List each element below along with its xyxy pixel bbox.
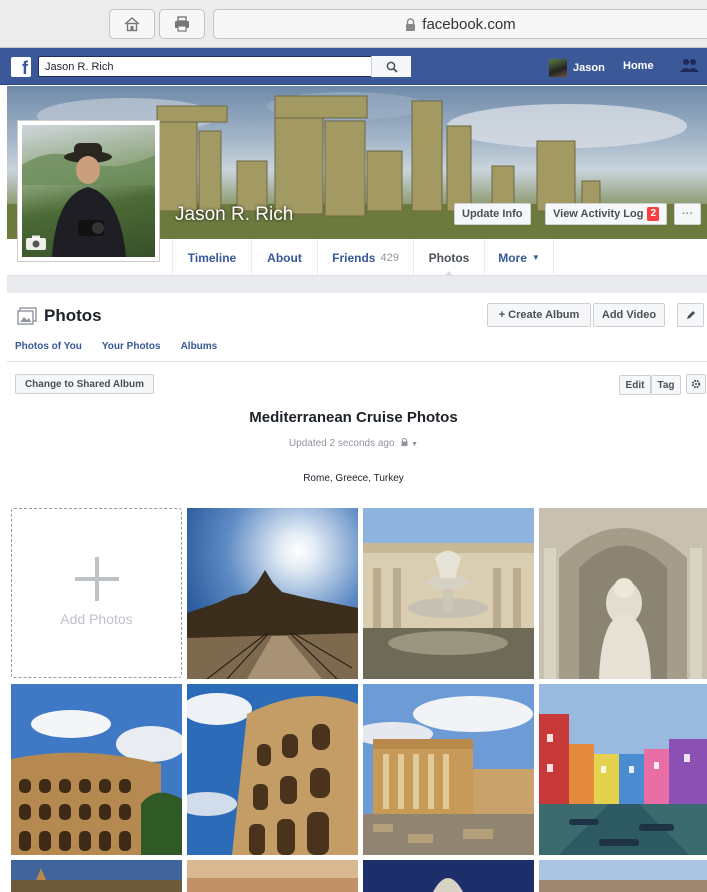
tab-label: About bbox=[267, 250, 302, 265]
url-text: facebook.com bbox=[422, 15, 516, 33]
privacy-lock-icon[interactable]: ▼ bbox=[401, 438, 418, 449]
home-icon bbox=[124, 17, 140, 32]
avatar bbox=[549, 59, 567, 77]
edit-button[interactable]: Edit bbox=[619, 375, 651, 395]
view-activity-log-label: View Activity Log bbox=[553, 208, 644, 220]
facebook-top-bar: f Jason R. Rich Jason Home bbox=[0, 48, 707, 85]
address-bar[interactable]: facebook.com bbox=[213, 9, 707, 39]
tab-about[interactable]: About bbox=[251, 239, 317, 276]
change-to-shared-album-button[interactable]: Change to Shared Album bbox=[15, 374, 154, 394]
update-info-button[interactable]: Update Info bbox=[454, 203, 531, 225]
photo-vatican-fountain[interactable] bbox=[363, 508, 534, 679]
caret-down-icon: ▼ bbox=[531, 253, 540, 262]
facebook-logo-icon[interactable]: f bbox=[11, 57, 31, 77]
tab-label: Photos bbox=[428, 250, 470, 265]
photos-subtabs: Photos of You Your Photos Albums bbox=[15, 341, 237, 352]
tab-label: Friends bbox=[332, 250, 376, 265]
create-album-button[interactable]: + Create Album bbox=[487, 303, 591, 327]
subtab-photos-of-you[interactable]: Photos of You bbox=[15, 341, 82, 352]
photo-colosseum[interactable] bbox=[11, 684, 182, 855]
home-link[interactable]: Home bbox=[623, 60, 654, 72]
subtab-albums[interactable]: Albums bbox=[181, 341, 218, 352]
search-button[interactable] bbox=[371, 56, 411, 77]
album-description: Rome, Greece, Turkey bbox=[303, 473, 404, 484]
friends-count: 429 bbox=[380, 251, 399, 264]
photo-trevi-statue[interactable] bbox=[539, 508, 707, 679]
subtab-your-photos[interactable]: Your Photos bbox=[102, 341, 161, 352]
tab-timeline[interactable]: Timeline bbox=[172, 239, 251, 276]
section-gap bbox=[7, 276, 707, 293]
photo-acropolis-ruins[interactable] bbox=[363, 684, 534, 855]
photo-colosseum-closeup[interactable] bbox=[187, 684, 358, 855]
album-updated-text: Updated 2 seconds ago bbox=[288, 438, 395, 449]
profile-picture[interactable] bbox=[17, 120, 160, 262]
search-icon bbox=[386, 61, 398, 73]
add-photos-label: Add Photos bbox=[60, 611, 133, 627]
user-name: Jason bbox=[573, 62, 605, 74]
profile-link[interactable]: Jason bbox=[549, 59, 605, 77]
photo-partial-1[interactable] bbox=[11, 860, 182, 892]
tab-friends[interactable]: Friends 429 bbox=[317, 239, 413, 276]
print-icon bbox=[175, 16, 189, 32]
home-button[interactable] bbox=[109, 9, 155, 39]
search-input[interactable]: Jason R. Rich bbox=[38, 56, 411, 77]
photos-title: Photos bbox=[44, 306, 102, 325]
photo-partial-2[interactable] bbox=[187, 860, 358, 892]
tag-button[interactable]: Tag bbox=[651, 375, 681, 395]
album-title: Mediterranean Cruise Photos bbox=[249, 409, 458, 426]
lock-icon bbox=[405, 17, 416, 31]
tab-label: Timeline bbox=[187, 250, 237, 265]
more-options-button[interactable]: ··· bbox=[674, 203, 701, 225]
photo-st-peters-sun[interactable] bbox=[187, 508, 358, 679]
friend-requests-icon[interactable] bbox=[680, 58, 700, 79]
photo-partial-3[interactable] bbox=[363, 860, 534, 892]
photo-partial-4[interactable] bbox=[539, 860, 707, 892]
plus-icon bbox=[75, 557, 119, 601]
browser-toolbar: facebook.com bbox=[0, 0, 707, 48]
photos-icon bbox=[17, 307, 37, 330]
gear-icon bbox=[691, 379, 701, 389]
tab-more[interactable]: More ▼ bbox=[484, 239, 554, 276]
print-button[interactable] bbox=[159, 9, 205, 39]
tab-photos[interactable]: Photos bbox=[413, 239, 484, 277]
tab-label: More bbox=[498, 250, 527, 265]
album-updated: Updated 2 seconds ago ▼ bbox=[0, 438, 707, 449]
photo-burano-canal[interactable] bbox=[539, 684, 707, 855]
view-activity-log-button[interactable]: View Activity Log 2 bbox=[545, 203, 668, 225]
edit-pencil-button[interactable] bbox=[677, 303, 704, 327]
profile-name: Jason R. Rich bbox=[175, 204, 294, 225]
add-photos-tile[interactable]: Add Photos bbox=[11, 508, 182, 678]
ellipsis-icon: ··· bbox=[682, 208, 693, 220]
settings-button[interactable] bbox=[686, 374, 706, 394]
pencil-icon bbox=[686, 311, 695, 319]
divider bbox=[7, 361, 707, 362]
camera-icon[interactable] bbox=[25, 235, 47, 251]
notification-badge: 2 bbox=[647, 207, 660, 221]
add-video-button[interactable]: Add Video bbox=[593, 303, 665, 327]
